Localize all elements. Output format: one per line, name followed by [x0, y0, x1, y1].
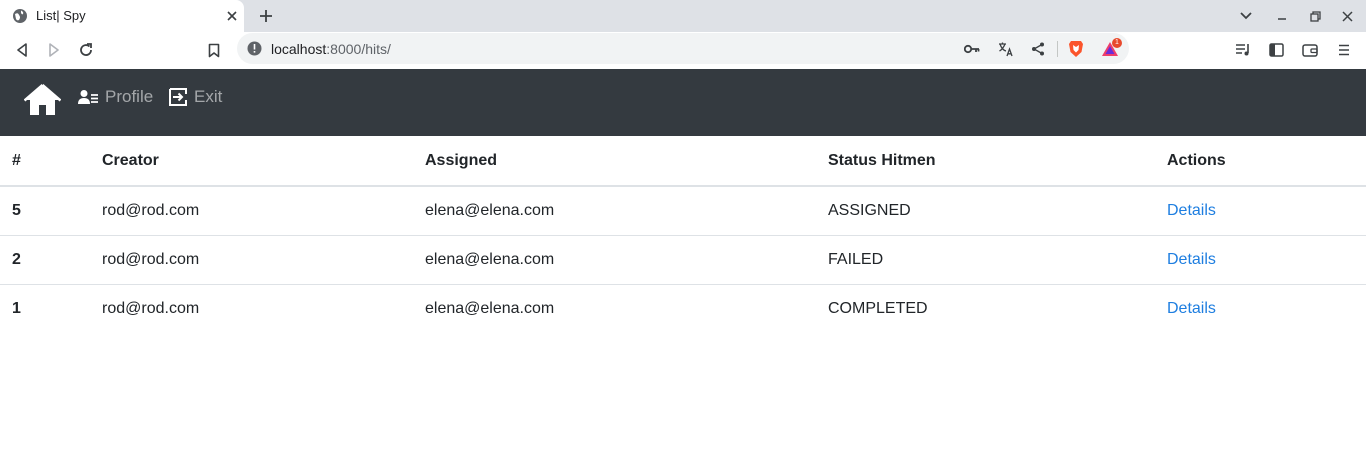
details-link[interactable]: Details — [1167, 251, 1216, 268]
globe-icon — [12, 8, 28, 24]
hit-assigned: elena@elena.com — [425, 299, 555, 317]
home-icon[interactable] — [23, 84, 62, 117]
omnibox-divider — [1057, 41, 1058, 57]
hit-creator: rod@rod.com — [102, 299, 200, 317]
url-text[interactable]: localhost:8000/hits/ — [271, 41, 391, 57]
header-creator: Creator — [102, 151, 159, 169]
hit-id: 5 — [12, 201, 21, 219]
url-path: /hits/ — [361, 41, 391, 57]
hit-assigned: elena@elena.com — [425, 201, 555, 219]
sidebar-toggle-icon[interactable] — [1266, 40, 1286, 60]
wallet-icon[interactable] — [1300, 40, 1320, 60]
hit-creator: rod@rod.com — [102, 201, 200, 219]
table-row: 5 rod@rod.com elena@elena.com ASSIGNED D… — [0, 186, 1366, 235]
browser-tabstrip: List| Spy — [0, 0, 1366, 32]
brave-shield-icon[interactable] — [1067, 40, 1085, 58]
hit-status: COMPLETED — [828, 299, 928, 317]
info-icon[interactable] — [247, 41, 262, 56]
header-status: Status Hitmen — [828, 151, 936, 169]
url-port: :8000 — [326, 41, 362, 57]
translate-icon[interactable] — [997, 40, 1015, 58]
bookmark-icon[interactable] — [204, 40, 224, 60]
new-tab-plus-icon[interactable] — [256, 6, 276, 26]
hits-table: # Creator Assigned Status Hitmen Actions… — [0, 136, 1366, 333]
share-icon[interactable] — [1029, 40, 1047, 58]
url-host: localhost — [271, 41, 327, 57]
restore-icon[interactable] — [1305, 6, 1325, 26]
nav-exit-label: Exit — [194, 87, 223, 106]
header-id: # — [12, 151, 21, 169]
playlist-icon[interactable] — [1233, 40, 1253, 60]
tab-search-chevron-icon[interactable] — [1236, 6, 1256, 26]
table-row: 2 rod@rod.com elena@elena.com FAILED Det… — [0, 235, 1366, 284]
close-window-icon[interactable] — [1337, 6, 1357, 26]
header-assigned: Assigned — [425, 151, 498, 169]
hit-id: 1 — [12, 299, 21, 317]
address-bar[interactable]: localhost:8000/hits/ 1 — [237, 33, 1129, 64]
hit-creator: rod@rod.com — [102, 250, 200, 268]
menu-icon[interactable] — [1334, 40, 1354, 60]
table-header-row: # Creator Assigned Status Hitmen Actions — [0, 136, 1366, 186]
brave-rewards-icon[interactable]: 1 — [1101, 38, 1122, 58]
details-link[interactable]: Details — [1167, 202, 1216, 219]
hit-assigned: elena@elena.com — [425, 250, 555, 268]
app-navbar: Profile Exit — [0, 69, 1366, 136]
nav-profile-link[interactable]: Profile — [78, 87, 153, 107]
minimize-icon[interactable] — [1272, 6, 1292, 26]
hit-status: ASSIGNED — [828, 201, 911, 219]
back-arrow-icon[interactable] — [12, 40, 32, 60]
reload-icon[interactable] — [76, 40, 96, 60]
table-row: 1 rod@rod.com elena@elena.com COMPLETED … — [0, 284, 1366, 333]
header-actions: Actions — [1167, 151, 1226, 169]
nav-exit-link[interactable]: Exit — [168, 87, 222, 107]
tab-title: List| Spy — [36, 8, 86, 23]
hit-id: 2 — [12, 250, 21, 268]
rewards-badge: 1 — [1112, 38, 1122, 48]
exit-icon — [168, 87, 188, 107]
browser-tab[interactable]: List| Spy — [0, 0, 244, 32]
forward-arrow-icon[interactable] — [44, 40, 64, 60]
key-icon[interactable] — [963, 40, 981, 58]
nav-profile-label: Profile — [105, 87, 154, 106]
tab-close-icon[interactable] — [224, 8, 240, 24]
hit-status: FAILED — [828, 250, 884, 268]
details-link[interactable]: Details — [1167, 300, 1216, 317]
user-list-icon — [78, 89, 99, 105]
